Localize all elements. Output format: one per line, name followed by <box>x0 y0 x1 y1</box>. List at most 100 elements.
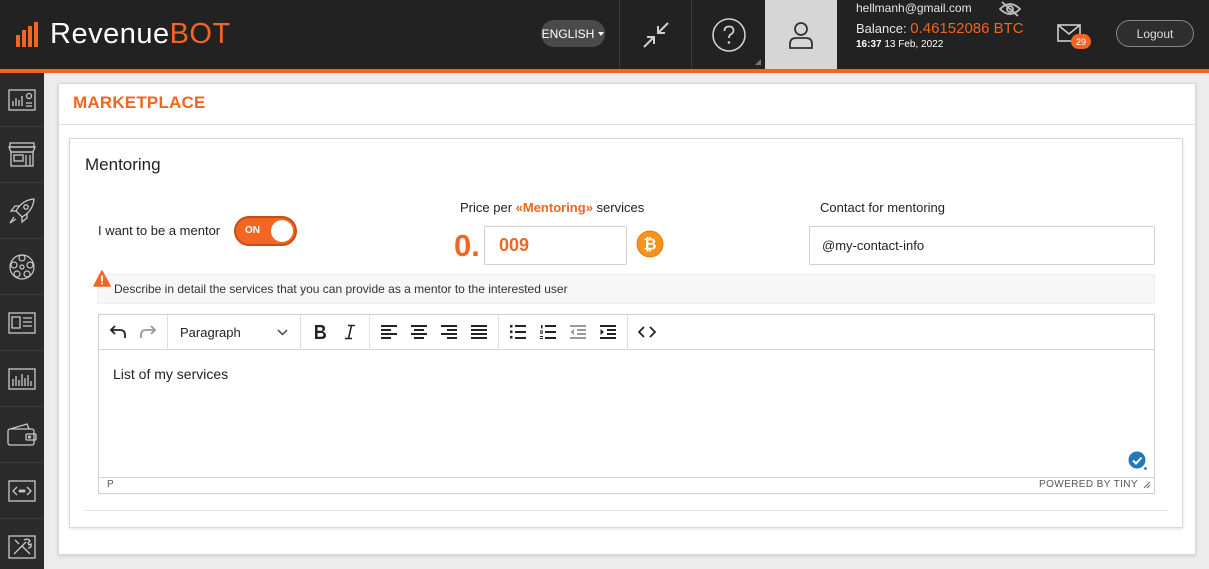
user-icon <box>789 21 813 49</box>
price-label: Price per «Mentoring» services <box>460 200 644 215</box>
id-card-icon <box>8 311 36 334</box>
store-icon <box>8 141 36 167</box>
chevron-down-icon <box>277 328 288 336</box>
sidebar-item-network[interactable] <box>0 239 44 295</box>
style-group <box>301 314 370 350</box>
help-button[interactable] <box>691 0 765 69</box>
caret-down-icon <box>598 31 605 36</box>
block-format-dropdown[interactable]: Paragraph <box>172 318 296 346</box>
bullet-list-icon <box>510 325 526 339</box>
mentor-toggle-label: I want to be a mentor <box>98 223 221 238</box>
sidebar-item-api[interactable] <box>0 463 44 519</box>
italic-button[interactable] <box>335 318 365 346</box>
marketplace-card: MARKETPLACE Mentoring I want to be a men… <box>58 83 1196 555</box>
dashboard-chart-icon <box>8 88 36 111</box>
numbered-list-icon <box>540 325 556 339</box>
price-input[interactable] <box>484 226 627 265</box>
svg-text:₿: ₿ <box>643 236 656 254</box>
network-nodes-icon <box>9 253 35 280</box>
sidebar-item-dashboard[interactable] <box>0 73 44 127</box>
bar-chart-logo-icon <box>16 22 38 47</box>
account-time: 16:37 <box>856 39 882 50</box>
align-right-icon <box>441 325 457 339</box>
undo-icon <box>109 325 126 338</box>
align-group <box>370 314 499 350</box>
sidebar-item-wallet[interactable] <box>0 407 44 463</box>
price-label-suffix: services <box>592 200 645 215</box>
sidebar-item-profile-card[interactable] <box>0 295 44 351</box>
align-right-button[interactable] <box>434 318 464 346</box>
format-group: Paragraph <box>168 314 301 350</box>
question-circle-icon <box>711 17 746 52</box>
align-center-icon <box>411 325 427 339</box>
source-code-button[interactable] <box>632 318 662 346</box>
price-label-highlight: «Mentoring» <box>515 200 593 215</box>
mentoring-panel: Mentoring I want to be a mentor ON Price… <box>69 138 1183 528</box>
logo-text-main: Revenue <box>50 17 170 50</box>
statistics-bars-icon <box>8 367 36 390</box>
account-date: 13 Feb, 2022 <box>884 39 944 50</box>
rocket-icon <box>9 197 35 224</box>
language-label: ENGLISH <box>541 26 595 41</box>
logo[interactable]: RevenueBOT <box>16 18 231 50</box>
element-path[interactable]: P <box>107 479 114 490</box>
align-justify-icon <box>471 325 487 339</box>
indent-icon <box>600 325 616 339</box>
top-bar: RevenueBOT ENGLISH hellmanh@gmail.com Ba… <box>0 0 1209 69</box>
code-group <box>628 315 666 350</box>
editor-content[interactable]: List of my services <box>113 366 228 382</box>
hide-balance-button[interactable] <box>998 1 1022 22</box>
powered-by-link[interactable]: POWERED BY TINY <box>1039 479 1138 490</box>
align-center-button[interactable] <box>404 318 434 346</box>
wallet-icon <box>7 422 37 446</box>
toggle-knob <box>271 220 293 242</box>
rich-text-editor: Paragraph List of my services P POWERED … <box>98 314 1155 494</box>
mentoring-title: Mentoring <box>85 155 161 174</box>
corner-indicator <box>755 59 761 65</box>
code-window-icon <box>8 479 36 502</box>
sidebar-item-launch[interactable] <box>0 183 44 239</box>
logo-text: RevenueBOT <box>50 18 231 51</box>
messages-count-badge: 29 <box>1071 34 1091 49</box>
italic-icon <box>345 324 355 340</box>
editor-toolbar: Paragraph <box>99 314 1154 350</box>
align-justify-button[interactable] <box>464 318 494 346</box>
logo-text-accent: BOT <box>169 17 231 50</box>
bullet-list-button[interactable] <box>503 318 533 346</box>
toggle-state-label: ON <box>245 225 260 236</box>
contact-input[interactable] <box>809 226 1155 265</box>
bold-button[interactable] <box>305 318 335 346</box>
mentor-toggle[interactable]: ON <box>234 216 297 246</box>
sidebar-item-statistics[interactable] <box>0 351 44 407</box>
main-content: MARKETPLACE Mentoring I want to be a men… <box>44 69 1209 569</box>
block-format-label: Paragraph <box>180 324 241 340</box>
eye-slash-icon <box>998 1 1022 17</box>
spellcheck-icon[interactable] <box>1128 451 1148 476</box>
sidebar-item-tools[interactable] <box>0 519 44 569</box>
compress-button[interactable] <box>619 0 691 69</box>
user-profile-button[interactable] <box>765 0 837 69</box>
price-prefix: 0. <box>454 228 480 263</box>
redo-button[interactable] <box>133 318 163 346</box>
indent-button[interactable] <box>593 318 623 346</box>
tools-icon <box>8 534 36 559</box>
logout-button[interactable]: Logout <box>1116 20 1194 47</box>
compress-icon <box>642 21 669 48</box>
balance-value: 0.46152086 BTC <box>910 20 1024 37</box>
language-dropdown[interactable]: ENGLISH <box>541 20 605 47</box>
list-group <box>499 314 628 350</box>
align-left-button[interactable] <box>374 318 404 346</box>
align-left-icon <box>381 325 397 339</box>
bold-icon <box>315 325 326 339</box>
history-group <box>99 314 168 350</box>
outdent-button[interactable] <box>563 318 593 346</box>
numbered-list-button[interactable] <box>533 318 563 346</box>
description-hint: Describe in detail the services that you… <box>97 274 1155 304</box>
balance-label: Balance: <box>856 21 907 36</box>
main-accent-bar <box>44 69 1209 73</box>
card-divider <box>59 124 1195 125</box>
resize-grip-icon[interactable] <box>1143 481 1151 489</box>
sidebar-item-marketplace[interactable] <box>0 127 44 183</box>
price-label-prefix: Price per <box>460 200 516 215</box>
undo-button[interactable] <box>103 318 133 346</box>
